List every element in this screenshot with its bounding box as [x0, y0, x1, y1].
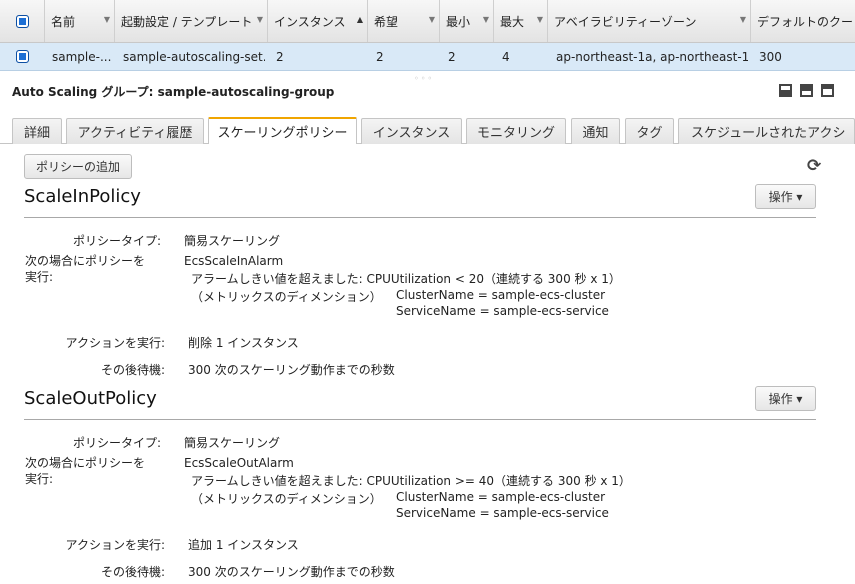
policy-actions-button[interactable]: 操作 ▾ — [755, 386, 816, 411]
alarm-condition: アラームしきい値を超えました: CPUUtilization >= 40（連続す… — [191, 474, 631, 488]
tab-tags[interactable]: タグ — [625, 118, 674, 144]
dimension-service: ServiceName = sample-ecs-service — [396, 304, 609, 318]
refresh-icon[interactable]: ⟳ — [807, 156, 821, 176]
cell-max: 4 — [502, 49, 510, 64]
tab-monitoring[interactable]: モニタリング — [466, 118, 566, 144]
column-header-desired[interactable]: 希望 ▼ — [368, 0, 440, 42]
chevron-down-icon[interactable]: ▼ — [740, 15, 746, 24]
cell-instances: 2 — [276, 49, 284, 64]
policy-divider — [24, 217, 816, 218]
policy-name: ScaleOutPolicy — [24, 388, 157, 409]
wait-label: その後待機: — [100, 565, 165, 579]
policy-type-value: 簡易スケーリング — [184, 234, 281, 248]
column-header-label: インスタンス — [274, 14, 346, 29]
column-header-label: デフォルトのクー — [757, 14, 854, 29]
column-header-max[interactable]: 最大 ▼ — [494, 0, 548, 42]
policy-divider — [24, 419, 816, 420]
tab-scaling-policies[interactable]: スケーリングポリシー — [208, 117, 357, 144]
page-title: Auto Scaling グループ: sample-autoscaling-gr… — [12, 85, 335, 99]
dimension-service: ServiceName = sample-ecs-service — [396, 506, 609, 520]
policy-trigger-label-text: 次の場合にポリシーを 実行: — [25, 456, 146, 486]
maximize-pane-icon[interactable] — [821, 84, 834, 97]
cell-name: sample-... — [52, 49, 112, 64]
policy-type-label: ポリシータイプ: — [72, 436, 161, 450]
column-header-label: 最小 — [446, 14, 471, 29]
select-all-checkbox-cell[interactable] — [0, 0, 45, 42]
chevron-down-icon[interactable]: ▼ — [257, 15, 263, 24]
wait-value: 300 次のスケーリング動作までの秒数 — [188, 363, 395, 377]
policy-type-value: 簡易スケーリング — [184, 436, 281, 450]
wait-value: 300 次のスケーリング動作までの秒数 — [188, 565, 395, 579]
select-all-checkbox[interactable] — [15, 14, 29, 28]
dimension-cluster: ClusterName = sample-ecs-cluster — [396, 288, 606, 302]
row-checkbox[interactable] — [16, 50, 29, 63]
policy-type-label: ポリシータイプ: — [72, 234, 161, 248]
sort-ascending-icon[interactable]: ▲ — [357, 15, 363, 24]
column-header-label: 名前 — [51, 14, 76, 29]
grid-header: 名前 ▼ 起動設定 / テンプレート ▼ インスタンス ▲ 希望 ▼ 最小 ▼ … — [0, 0, 855, 43]
action-value: 削除 1 インスタンス — [188, 336, 299, 350]
chevron-down-icon[interactable]: ▼ — [429, 15, 435, 24]
chevron-down-icon[interactable]: ▼ — [483, 15, 489, 24]
row-checkbox-cell[interactable] — [0, 43, 45, 70]
tab-details[interactable]: 詳細 — [12, 118, 62, 144]
pane-splitter-handle[interactable]: ◦◦◦ — [414, 74, 434, 83]
column-header-instances[interactable]: インスタンス ▲ — [268, 0, 368, 42]
policy-trigger-label: 次の場合にポリシーを 実行: — [25, 455, 145, 487]
alarm-name: EcsScaleInAlarm — [184, 254, 284, 268]
column-header-launch-config[interactable]: 起動設定 / テンプレート ▼ — [115, 0, 268, 42]
pane-size-controls — [779, 84, 834, 97]
tab-activity-history[interactable]: アクティビティ履歴 — [66, 118, 204, 144]
column-header-name[interactable]: 名前 ▼ — [45, 0, 115, 42]
policy-name: ScaleInPolicy — [24, 186, 141, 207]
cell-desired: 2 — [376, 49, 384, 64]
column-header-label: アベイラビリティーゾーン — [554, 14, 697, 29]
cell-launch-config: sample-autoscaling-set... — [123, 49, 265, 64]
minimize-pane-icon[interactable] — [779, 84, 792, 97]
column-header-zones[interactable]: アベイラビリティーゾーン ▼ — [548, 0, 751, 42]
alarm-condition: アラームしきい値を超えました: CPUUtilization < 20（連続する… — [191, 272, 621, 286]
column-header-label: 起動設定 / テンプレート — [121, 14, 253, 29]
policy-trigger-label: 次の場合にポリシーを 実行: — [25, 253, 145, 285]
policy-trigger-label-text: 次の場合にポリシーを 実行: — [25, 254, 146, 284]
policy-actions-button[interactable]: 操作 ▾ — [755, 184, 816, 209]
action-label: アクションを実行: — [65, 336, 165, 350]
table-row[interactable]: sample-... sample-autoscaling-set... 2 2… — [0, 43, 855, 71]
column-header-cooldown[interactable]: デフォルトのクー — [751, 0, 855, 42]
column-header-label: 希望 — [374, 14, 399, 29]
action-label: アクションを実行: — [65, 538, 165, 552]
half-pane-icon[interactable] — [800, 84, 813, 97]
wait-label: その後待機: — [100, 363, 165, 377]
column-header-label: 最大 — [500, 14, 525, 29]
tab-instances[interactable]: インスタンス — [361, 118, 462, 144]
action-value: 追加 1 インスタンス — [188, 538, 299, 552]
cell-min: 2 — [448, 49, 456, 64]
dimension-label: （メトリックスのディメンション） — [191, 492, 382, 506]
add-policy-button[interactable]: ポリシーの追加 — [24, 154, 132, 179]
cell-cooldown: 300 — [759, 49, 782, 64]
tab-scheduled-actions[interactable]: スケジュールされたアクシ — [678, 118, 855, 144]
chevron-down-icon[interactable]: ▼ — [104, 15, 110, 24]
tab-notifications[interactable]: 通知 — [571, 118, 620, 144]
alarm-name: EcsScaleOutAlarm — [184, 456, 294, 470]
dimension-label: （メトリックスのディメンション） — [191, 290, 382, 304]
column-header-min[interactable]: 最小 ▼ — [440, 0, 494, 42]
dimension-cluster: ClusterName = sample-ecs-cluster — [396, 490, 606, 504]
cell-zones: ap-northeast-1a, ap-northeast-1c — [556, 49, 748, 64]
chevron-down-icon[interactable]: ▼ — [537, 15, 543, 24]
